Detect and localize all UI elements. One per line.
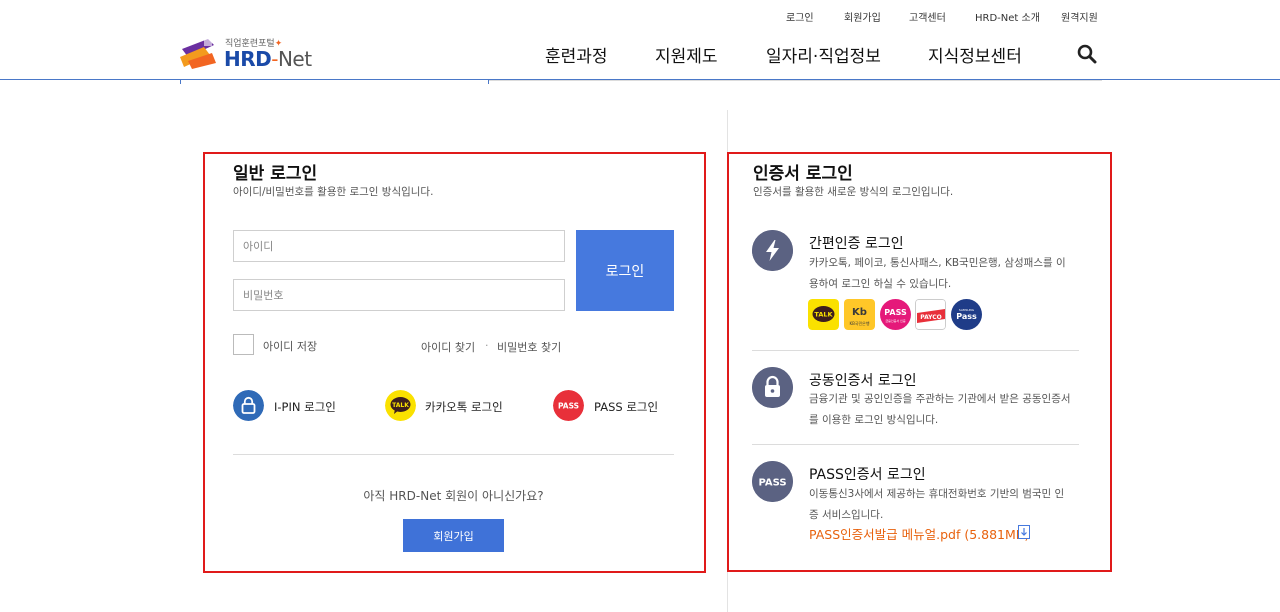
ipin-login-label: I-PIN 로그인	[274, 400, 336, 414]
find-password-link[interactable]: 비밀번호 찾기	[497, 339, 561, 355]
utility-join-link[interactable]: 회원가입	[844, 9, 881, 24]
logo-brand-main: HRD	[224, 47, 272, 71]
login-button[interactable]: 로그인	[576, 230, 674, 311]
pass-cert-login-description: 이동통신3사에서 제공하는 휴대전화번호 기반의 범국민 인증 서비스입니다.	[809, 488, 1065, 521]
svg-text:Pass: Pass	[956, 312, 977, 321]
kb-icon[interactable]: Kb KB국민은행	[844, 299, 875, 330]
simple-auth-login-description: 카카오톡, 페이코, 통신사패스, KB국민은행, 삼성패스를 이용하여 로그인…	[809, 257, 1066, 290]
payco-icon[interactable]: PAYCO	[915, 299, 946, 330]
join-button[interactable]: 회원가입	[403, 519, 504, 552]
pass-icon[interactable]: PASS	[752, 461, 793, 502]
cert-method-divider-1	[752, 350, 1079, 351]
hrd-net-logo[interactable]: 직업훈련포털✦ HRD-Net	[178, 35, 318, 71]
logo-brand-dash: -	[271, 47, 278, 71]
svg-text:Kb: Kb	[852, 307, 867, 318]
header-tick-right	[488, 80, 489, 84]
utility-nav: 로그인 회원가입 고객센터 HRD-Net 소개 원격지원	[0, 9, 1280, 24]
kakaotalk-icon[interactable]: TALK	[808, 299, 839, 330]
save-id-label: 아이디 저장	[263, 340, 318, 353]
cert-login-description: 인증서를 활용한 새로운 방식의 로그인입니다.	[753, 186, 954, 198]
general-login-title: 일반 로그인	[233, 164, 318, 184]
nav-knowledge-center[interactable]: 지식정보센터	[928, 42, 1022, 67]
samsung-pass-icon[interactable]: SAMSUNG Pass	[951, 299, 982, 330]
joint-cert-login-title[interactable]: 공동인증서 로그인	[809, 370, 917, 390]
kakaotalk-icon: TALK	[385, 390, 416, 421]
general-login-highlight	[203, 152, 706, 573]
search-icon[interactable]	[1077, 44, 1097, 64]
svg-text:금융인증서 인증: 금융인증서 인증	[885, 318, 906, 323]
general-login-divider	[233, 454, 674, 455]
utility-remote-support-link[interactable]: 원격지원	[1061, 9, 1098, 24]
find-id-link[interactable]: 아이디 찾기	[421, 339, 475, 355]
pass-cert-login-title[interactable]: PASS인증서 로그인	[809, 464, 926, 484]
simple-auth-login-title[interactable]: 간편인증 로그인	[809, 233, 904, 253]
nav-support-programs[interactable]: 지원제도	[655, 42, 718, 67]
logo-mark-icon	[180, 38, 216, 69]
header-tick-left	[180, 80, 181, 84]
svg-text:KB국민은행: KB국민은행	[849, 320, 869, 326]
svg-text:PASS: PASS	[884, 308, 907, 317]
join-question: 아직 HRD-Net 회원이 아니신가요?	[363, 489, 544, 503]
logo-brand-net: Net	[277, 47, 312, 71]
ipin-login-button[interactable]: I-PIN 로그인	[233, 390, 343, 422]
nav-training-courses[interactable]: 훈련과정	[545, 42, 608, 67]
svg-text:PASS: PASS	[758, 478, 786, 489]
id-input[interactable]	[233, 230, 565, 262]
lightning-icon[interactable]	[752, 230, 793, 271]
find-separator: ·	[485, 339, 489, 352]
lock-icon	[233, 390, 264, 421]
lock-icon[interactable]	[752, 367, 793, 408]
utility-login-link[interactable]: 로그인	[786, 9, 814, 24]
svg-text:TALK: TALK	[392, 402, 409, 409]
save-id-checkbox[interactable]	[233, 334, 254, 355]
pass-login-button[interactable]: PASS PASS 로그인	[553, 390, 663, 422]
svg-text:PAYCO: PAYCO	[920, 314, 942, 321]
cert-login-title: 인증서 로그인	[753, 164, 853, 184]
svg-text:PASS: PASS	[558, 402, 579, 411]
download-icon[interactable]	[1018, 525, 1030, 539]
utility-about-link[interactable]: HRD-Net 소개	[975, 9, 1040, 24]
kakaotalk-login-button[interactable]: TALK 카카오톡 로그인	[385, 390, 510, 422]
utility-customer-center-link[interactable]: 고객센터	[909, 9, 946, 24]
pass-login-label: PASS 로그인	[594, 400, 659, 414]
kakaotalk-login-label: 카카오톡 로그인	[425, 400, 503, 414]
pass-icon: PASS	[553, 390, 584, 421]
cert-method-divider-2	[752, 444, 1079, 445]
general-login-description: 아이디/비밀번호를 활용한 로그인 방식입니다.	[233, 186, 434, 198]
header-subline	[488, 80, 1102, 81]
svg-text:TALK: TALK	[814, 311, 833, 319]
password-input[interactable]	[233, 279, 565, 311]
pass-manual-download-link[interactable]: PASS인증서발급 메뉴얼.pdf (5.881MB)	[809, 524, 1029, 543]
joint-cert-login-description: 금융기관 및 공인인증을 주관하는 기관에서 받은 공동인증서를 이용한 로그인…	[809, 393, 1071, 426]
nav-job-info[interactable]: 일자리·직업정보	[766, 42, 881, 67]
pass-icon[interactable]: PASS 금융인증서 인증	[880, 299, 911, 330]
